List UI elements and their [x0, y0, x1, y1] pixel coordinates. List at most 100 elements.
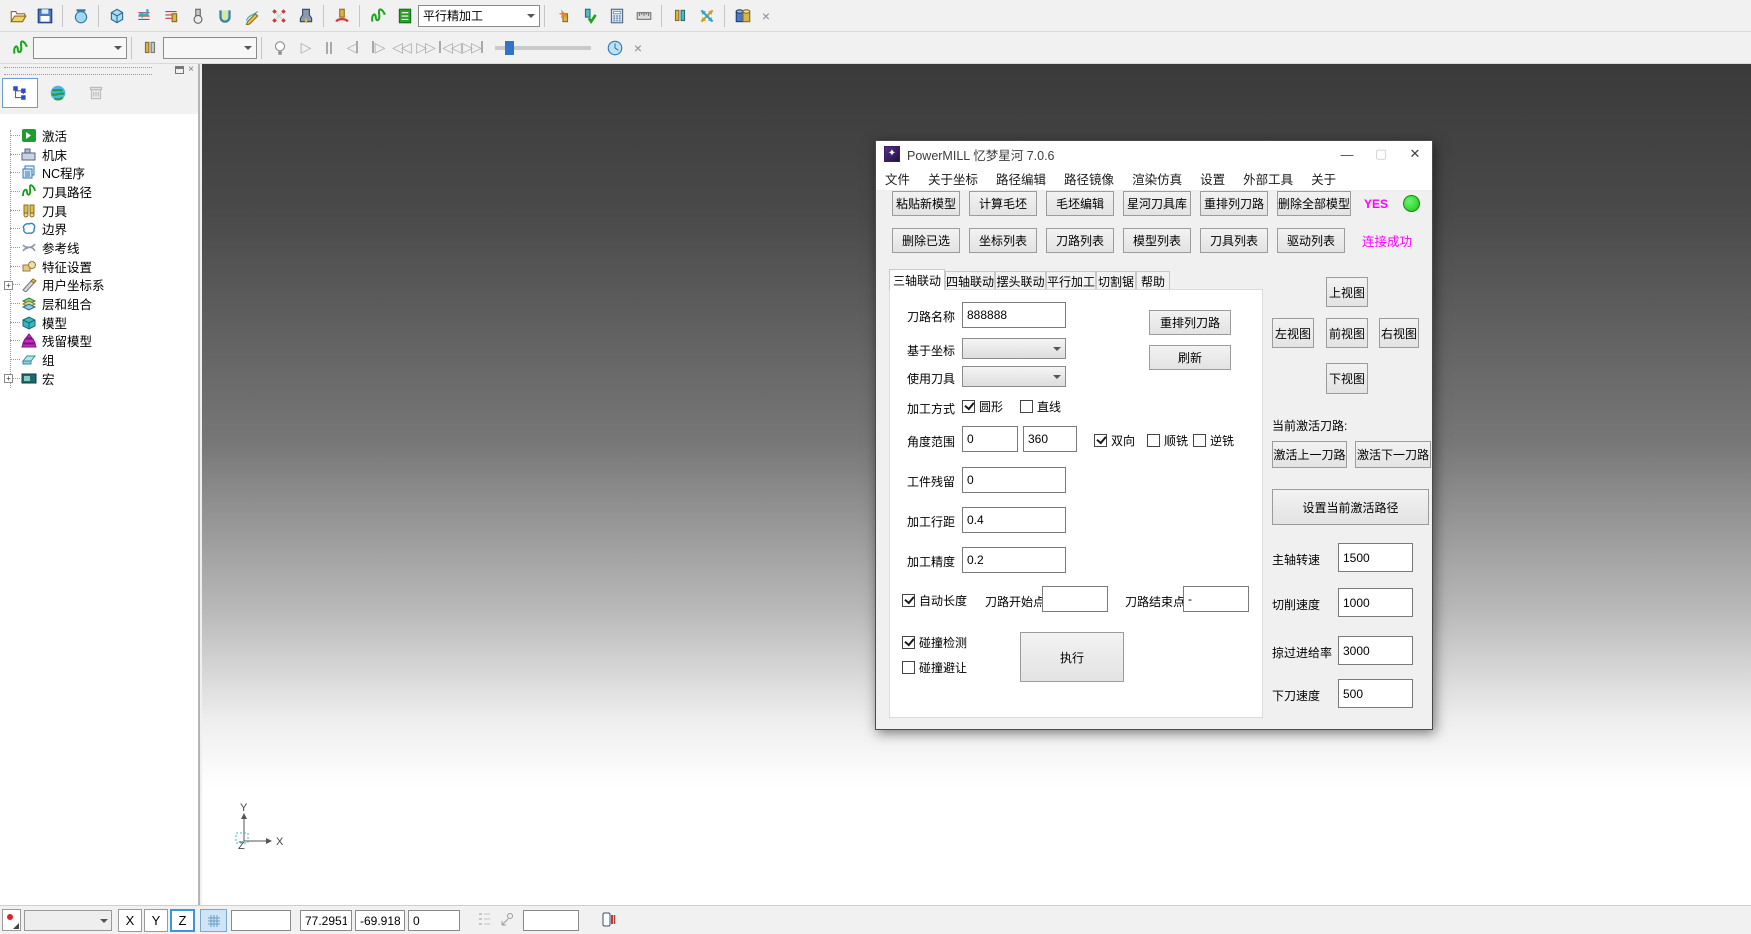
menu-path-edit[interactable]: 路径编辑	[987, 169, 1055, 188]
tool-holder-icon[interactable]	[292, 3, 319, 29]
toolbar-close-icon[interactable]: ×	[756, 8, 776, 24]
open-file-icon[interactable]	[4, 3, 31, 29]
mode-line-checkbox[interactable]: 直线	[1020, 398, 1061, 415]
menu-file[interactable]: 文件	[876, 169, 919, 188]
points-icon[interactable]	[265, 3, 292, 29]
conventional-mill-checkbox[interactable]: 逆铣	[1193, 432, 1234, 449]
axis-z-button[interactable]: Z	[170, 909, 195, 932]
menu-render-sim[interactable]: 渲染仿真	[1123, 169, 1191, 188]
expand-icon[interactable]: +	[4, 374, 13, 383]
tree-item-feature-set[interactable]: 特征设置	[0, 257, 198, 276]
strategy-preset-dropdown[interactable]: 平行精加工	[418, 5, 540, 27]
save-icon[interactable]	[31, 3, 58, 29]
tab-help[interactable]: 帮助	[1136, 271, 1170, 290]
picker-red-dot-button[interactable]	[2, 909, 21, 931]
expand-icon[interactable]: +	[4, 281, 13, 290]
start-point-input[interactable]	[1042, 586, 1108, 612]
web-globe-button[interactable]	[40, 78, 76, 108]
coord-y-field[interactable]	[355, 910, 405, 931]
explorer-tree-button[interactable]	[2, 78, 38, 108]
toolpath-verify-icon[interactable]	[576, 3, 603, 29]
bidirectional-checkbox[interactable]: 双向	[1094, 432, 1135, 449]
panel-close-icon[interactable]: ×	[188, 64, 194, 75]
end-point-input[interactable]	[1183, 586, 1249, 612]
front-view-button[interactable]: 前视图	[1326, 318, 1368, 348]
calc-stock-button[interactable]: 计算毛坯	[969, 191, 1037, 216]
slider-thumb[interactable]	[505, 41, 514, 55]
stepover-input[interactable]	[962, 507, 1066, 533]
tree-item-pattern[interactable]: 参考线	[0, 238, 198, 257]
base-coord-select[interactable]	[962, 338, 1066, 359]
tree-item-boundary[interactable]: 边界	[0, 219, 198, 238]
paste-model-button[interactable]: 粘贴新模型	[892, 191, 960, 216]
refresh-button[interactable]: 刷新	[1149, 345, 1231, 370]
tree-item-tool[interactable]: 刀具	[0, 201, 198, 220]
fast-forward-icon[interactable]: ▷▷	[413, 39, 437, 56]
edit-stock-button[interactable]: 毛坯编辑	[1046, 191, 1114, 216]
tab-parallel[interactable]: 平行加工	[1046, 271, 1096, 290]
sim-tool-dropdown[interactable]	[163, 37, 257, 59]
menu-about[interactable]: 关于	[1302, 169, 1345, 188]
activate-next-button[interactable]: 激活下一刀路	[1355, 441, 1431, 468]
delete-all-models-button[interactable]: 删除全部模型	[1277, 191, 1351, 216]
tolerance-input[interactable]	[962, 547, 1066, 573]
reorder-toolpath-button[interactable]: 重排列刀路	[1200, 191, 1268, 216]
skim-feed-input[interactable]	[1338, 636, 1413, 665]
plunge-feed-input[interactable]	[1338, 679, 1413, 708]
menu-settings[interactable]: 设置	[1191, 169, 1234, 188]
cutting-speed-input[interactable]	[1338, 588, 1413, 617]
use-tool-select[interactable]	[962, 366, 1066, 387]
xyz-list-icon[interactable]	[478, 911, 492, 927]
create-block-icon[interactable]	[103, 3, 130, 29]
mode-circle-checkbox[interactable]: 圆形	[962, 398, 1003, 415]
spindle-speed-input[interactable]	[1338, 543, 1413, 572]
angle-to-input[interactable]	[1023, 426, 1077, 452]
recycle-bin-button[interactable]	[78, 78, 114, 108]
auto-length-checkbox[interactable]: 自动长度	[902, 592, 967, 609]
collision-check-icon[interactable]	[328, 3, 355, 29]
toolpath-edit-icon[interactable]	[157, 3, 184, 29]
set-active-path-button[interactable]: 设置当前激活路径	[1272, 489, 1429, 525]
toolbar-close-icon[interactable]: ×	[628, 40, 648, 56]
right-view-button[interactable]: 右视图	[1379, 318, 1419, 348]
collision-avoid-checkbox[interactable]: 碰撞避让	[902, 659, 967, 676]
tree-item-toolpath[interactable]: 刀具路径	[0, 182, 198, 201]
tree-item-machine[interactable]: 机床	[0, 145, 198, 164]
execute-button[interactable]: 执行	[1020, 632, 1124, 682]
grid-snap-button[interactable]	[200, 909, 227, 932]
go-end-icon[interactable]: ▷▷	[461, 39, 485, 56]
coord-list-button[interactable]: 坐标列表	[969, 228, 1037, 253]
tool-list-button[interactable]: 刀具列表	[1200, 228, 1268, 253]
toolpath-spring-icon[interactable]	[364, 3, 391, 29]
rewind-icon[interactable]: ◁◁	[389, 39, 413, 56]
pattern-icon[interactable]	[238, 3, 265, 29]
clock-icon[interactable]	[601, 35, 628, 61]
tab-3axis[interactable]: 三轴联动	[889, 269, 945, 290]
clipboard-icon[interactable]	[600, 911, 616, 929]
ball-tool-icon[interactable]	[184, 3, 211, 29]
stock-allowance-input[interactable]	[962, 467, 1066, 493]
tree-item-levels[interactable]: 层和组合	[0, 294, 198, 313]
tree-item-activate[interactable]: 激活	[0, 126, 198, 145]
climb-mill-checkbox[interactable]: 顺铣	[1147, 432, 1188, 449]
measure-field[interactable]	[523, 910, 579, 931]
model-list-button[interactable]: 模型列表	[1123, 228, 1191, 253]
dialog-titlebar[interactable]: ✦ PowerMILL 忆梦星河 7.0.6 — ▢ ✕	[876, 141, 1432, 167]
collision-detect-checkbox[interactable]: 碰撞检测	[902, 634, 967, 651]
tab-tilt-head[interactable]: 摆头联动	[995, 271, 1046, 290]
minimize-icon[interactable]: —	[1330, 141, 1364, 167]
toolpath-strategy-icon[interactable]	[130, 3, 157, 29]
tab-saw[interactable]: 切割锯	[1096, 271, 1136, 290]
lamp-icon[interactable]	[266, 35, 293, 61]
strategy-list-icon[interactable]	[391, 3, 418, 29]
menu-coords[interactable]: 关于坐标	[919, 169, 987, 188]
axis-y-button[interactable]: Y	[144, 909, 168, 932]
measure-ruler-icon[interactable]	[630, 3, 657, 29]
transform-arrows-icon[interactable]	[693, 3, 720, 29]
activate-prev-button[interactable]: 激活上一刀路	[1272, 441, 1347, 468]
drive-list-button[interactable]: 驱动列表	[1277, 228, 1345, 253]
left-view-button[interactable]: 左视图	[1272, 318, 1314, 348]
top-view-button[interactable]: 上视图	[1326, 277, 1368, 307]
coord-z-field[interactable]	[408, 910, 460, 931]
menu-path-mirror[interactable]: 路径镜像	[1055, 169, 1123, 188]
